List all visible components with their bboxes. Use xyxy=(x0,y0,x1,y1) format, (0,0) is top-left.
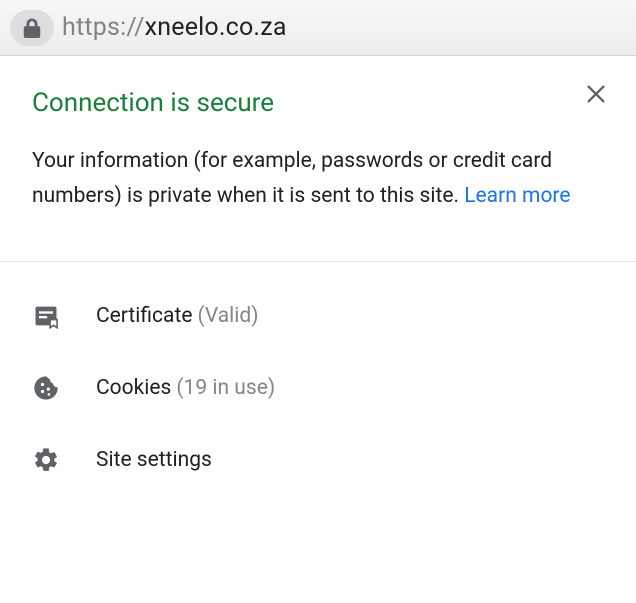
gear-icon xyxy=(32,446,96,474)
cookies-label: Cookies xyxy=(96,376,171,400)
address-bar[interactable]: https://xneelo.co.za xyxy=(0,0,636,56)
url-host: xneelo.co.za xyxy=(145,13,287,42)
learn-more-link[interactable]: Learn more xyxy=(464,184,570,208)
url-text[interactable]: https://xneelo.co.za xyxy=(62,13,287,42)
connection-description: Your information (for example, passwords… xyxy=(32,144,604,213)
popup-header-section: Connection is secure Your information (f… xyxy=(0,56,636,262)
site-info-popup: Connection is secure Your information (f… xyxy=(0,56,636,496)
cookies-count: (19 in use) xyxy=(176,376,275,400)
close-icon xyxy=(585,83,607,105)
site-settings-item[interactable]: Site settings xyxy=(0,424,636,496)
certificate-item[interactable]: Certificate (Valid) xyxy=(0,280,636,352)
site-settings-label: Site settings xyxy=(96,448,212,472)
certificate-status: (Valid) xyxy=(197,304,258,328)
cookies-item[interactable]: Cookies (19 in use) xyxy=(0,352,636,424)
lock-icon xyxy=(23,18,41,38)
certificate-icon xyxy=(32,302,96,330)
certificate-label: Certificate xyxy=(96,304,192,328)
close-button[interactable] xyxy=(580,78,612,110)
lock-chip[interactable] xyxy=(10,10,54,46)
connection-status-title: Connection is secure xyxy=(32,88,604,118)
cookie-icon xyxy=(32,374,96,402)
url-protocol: https:// xyxy=(62,13,145,42)
site-info-menu: Certificate (Valid) Cookies (19 in use) xyxy=(0,262,636,496)
